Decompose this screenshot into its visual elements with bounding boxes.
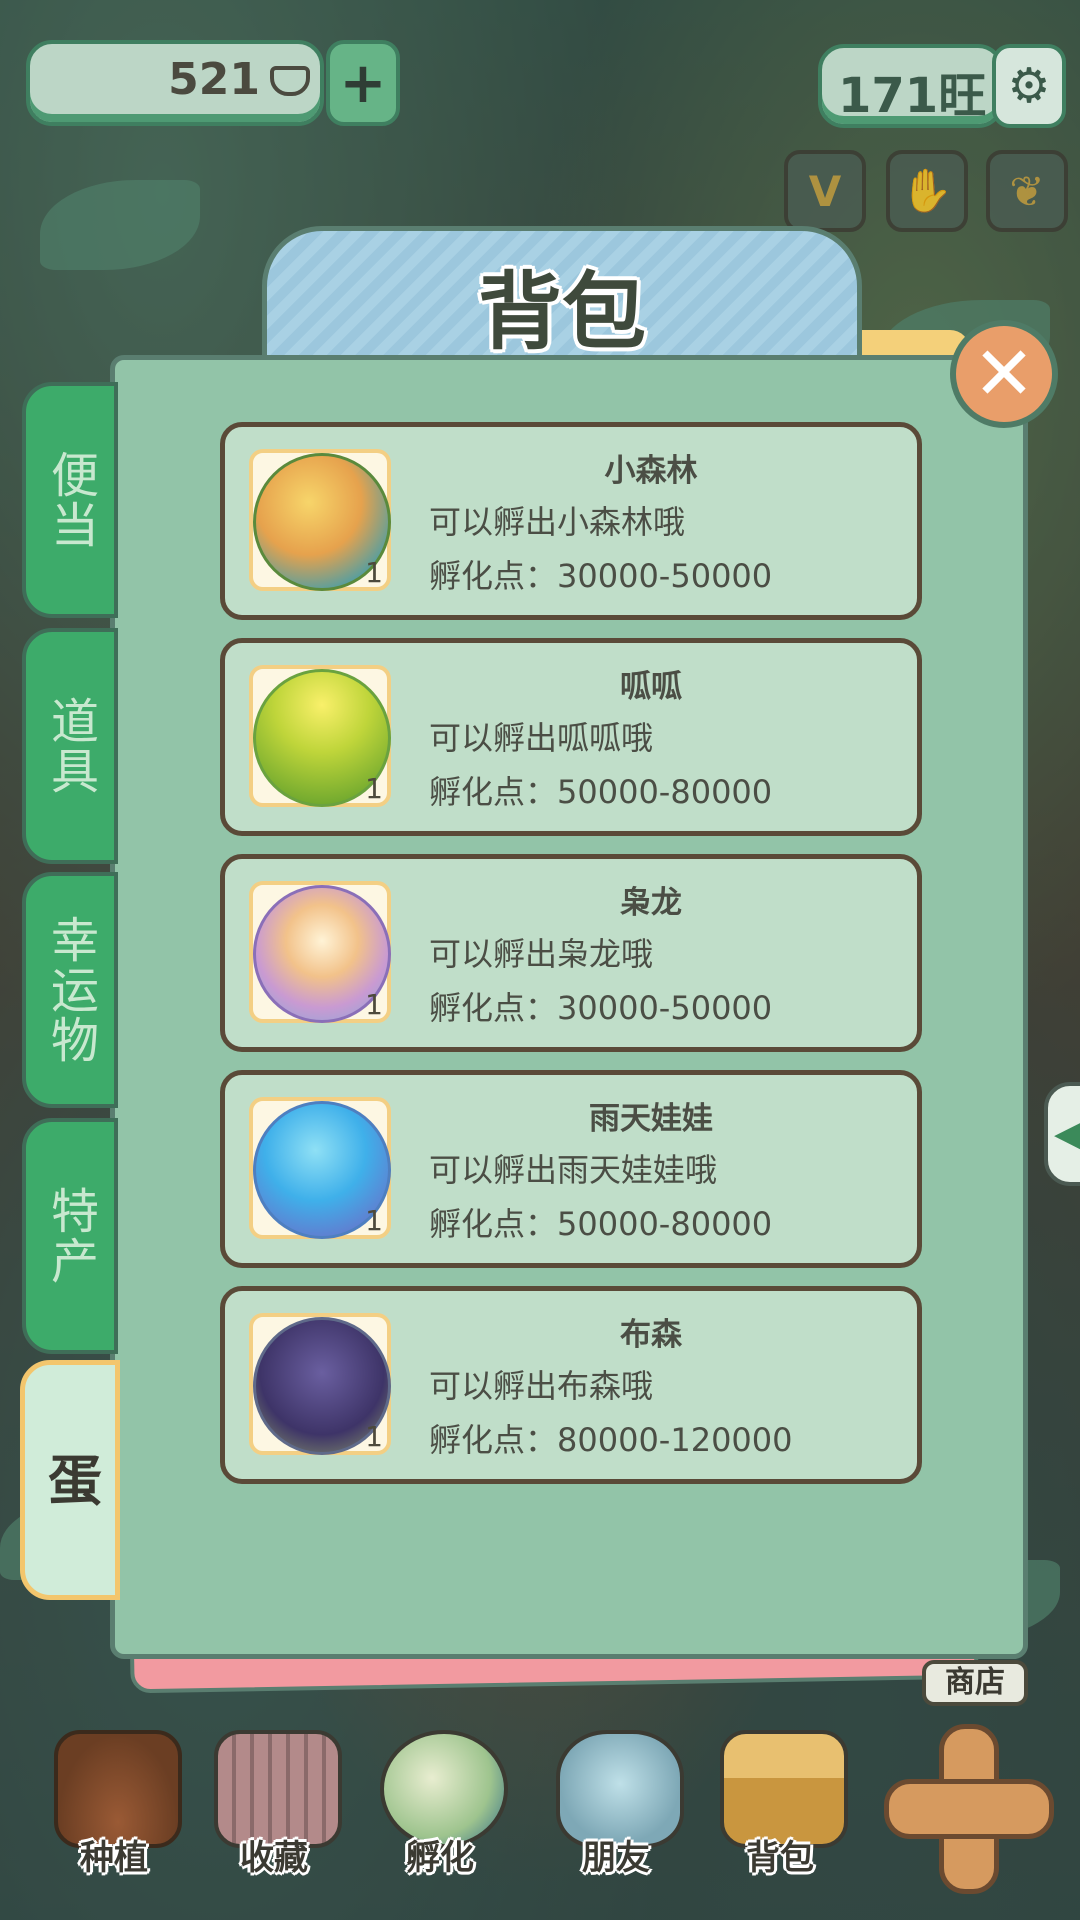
list-item[interactable]: 1 雨天娃娃 可以孵出雨天娃娃哦 孵化点：50000-80000 (220, 1070, 922, 1268)
plus-icon (884, 1779, 1054, 1839)
ingot-icon (270, 66, 310, 96)
shop-label[interactable]: 商店 (922, 1660, 1028, 1706)
item-name: 小森林 (604, 453, 698, 489)
wang-value: 171旺 (838, 68, 987, 124)
nav-backpack[interactable]: 背包 (710, 1730, 850, 1880)
nav-label: 孵化 (406, 1838, 474, 1878)
item-slot: 1 (249, 665, 391, 807)
item-description: 可以孵出枭龙哦 (429, 935, 654, 973)
panel-title: 背包 (477, 263, 646, 361)
item-count: 1 (365, 772, 383, 805)
item-hatch-points: 孵化点：30000-50000 (429, 989, 773, 1027)
tab-label: 蛋 (38, 1452, 102, 1508)
list-item[interactable]: 1 小森林 可以孵出小森林哦 孵化点：30000-50000 (220, 422, 922, 620)
wang-counter: 171旺 (818, 44, 1004, 128)
item-description: 可以孵出布森哦 (429, 1367, 654, 1405)
tab-label: 便当 (42, 450, 98, 550)
ginkgo-leaf-icon[interactable]: ❦ (986, 150, 1068, 232)
tab-label: 特产 (42, 1186, 98, 1286)
item-description: 可以孵出雨天娃娃哦 (429, 1151, 718, 1189)
nav-plant[interactable]: 种植 (44, 1730, 184, 1880)
item-hatch-points: 孵化点：50000-80000 (429, 1205, 773, 1243)
item-hatch-points: 孵化点：80000-120000 (429, 1421, 793, 1459)
chevron-left-icon: ◀ (1054, 1114, 1080, 1154)
gear-icon: ⚙ (1007, 58, 1051, 114)
nav-label: 种植 (80, 1838, 148, 1878)
v-badge-icon[interactable]: V (784, 150, 866, 232)
item-name: 雨天娃娃 (589, 1101, 713, 1137)
list-item[interactable]: 1 枭龙 可以孵出枭龙哦 孵化点：30000-50000 (220, 854, 922, 1052)
expand-arrow-button[interactable]: ◀ (1044, 1082, 1080, 1186)
coin-value: 521 (168, 54, 260, 105)
item-name: 布森 (620, 1317, 682, 1353)
nav-label: 背包 (746, 1838, 814, 1878)
nav-label: 收藏 (240, 1838, 308, 1878)
list-item[interactable]: 1 呱呱 可以孵出呱呱哦 孵化点：50000-80000 (220, 638, 922, 836)
item-count: 1 (365, 1420, 383, 1453)
tab-label: 道具 (42, 696, 98, 796)
close-button[interactable]: ✕ (950, 320, 1058, 428)
list-item[interactable]: 1 布森 可以孵出布森哦 孵化点：80000-120000 (220, 1286, 922, 1484)
tab-items[interactable]: 道具 (22, 628, 118, 864)
tab-lucky[interactable]: 幸运物 (22, 872, 118, 1108)
item-count: 1 (365, 556, 383, 589)
item-slot: 1 (249, 1097, 391, 1239)
tab-bento[interactable]: 便当 (22, 382, 118, 618)
settings-button[interactable]: ⚙ (992, 44, 1066, 128)
item-description: 可以孵出呱呱哦 (429, 719, 654, 757)
item-slot: 1 (249, 1313, 391, 1455)
nav-label: 朋友 (582, 1838, 650, 1878)
nav-collection[interactable]: 收藏 (204, 1730, 344, 1880)
close-icon: ✕ (972, 331, 1035, 417)
item-description: 可以孵出小森林哦 (429, 503, 686, 541)
nav-friends[interactable]: 朋友 (546, 1730, 686, 1880)
coin-counter: 521 (26, 40, 324, 126)
item-slot: 1 (249, 449, 391, 591)
tab-label: 幸运物 (42, 915, 98, 1065)
item-name: 枭龙 (620, 885, 682, 921)
item-slot: 1 (249, 881, 391, 1023)
item-count: 1 (365, 988, 383, 1021)
add-coins-button[interactable]: + (326, 40, 400, 126)
item-hatch-points: 孵化点：50000-80000 (429, 773, 773, 811)
tab-specialty[interactable]: 特产 (22, 1118, 118, 1354)
item-hatch-points: 孵化点：30000-50000 (429, 557, 773, 595)
item-name: 呱呱 (620, 669, 682, 705)
hand-icon[interactable]: ✋ (886, 150, 968, 232)
big-plus-button[interactable] (884, 1724, 1054, 1894)
item-count: 1 (365, 1204, 383, 1237)
tab-eggs[interactable]: 蛋 (20, 1360, 120, 1600)
nav-hatch[interactable]: 孵化 (370, 1730, 510, 1880)
